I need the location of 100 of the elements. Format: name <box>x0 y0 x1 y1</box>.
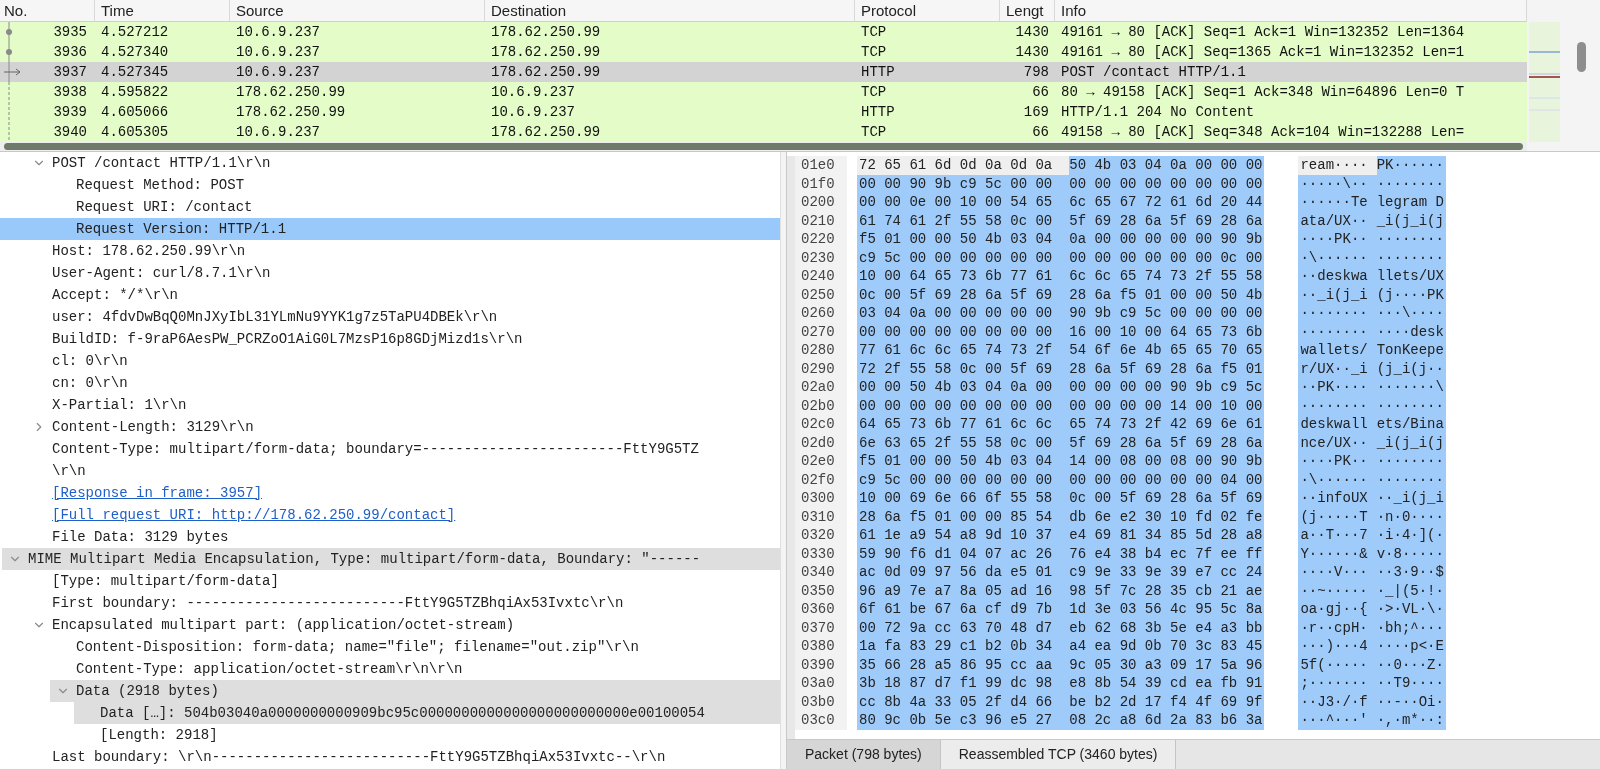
tree-item[interactable]: Data […]: 504b03040a0000000000909bc95c0000000000000000000000000e00100054 <box>74 702 780 724</box>
hex-bytes[interactable]: 0a 00 00 00 00 00 90 9b <box>1069 230 1265 249</box>
ascii-text[interactable]: ········ <box>1298 304 1377 323</box>
tree-item[interactable]: BuildID: f-9raP6AesPW_PCRZoO1AiG0L7MzsP16p8GDjMizd1s\r\n <box>0 328 780 350</box>
column-header[interactable]: Lengt <box>1000 0 1055 21</box>
ascii-text[interactable]: ··PK···· <box>1298 378 1377 397</box>
tree-item[interactable]: MIME Multipart Media Encapsulation, Type: multipart/form-data, Boundary: "------ <box>2 548 780 570</box>
hex-bytes[interactable]: 65 74 73 2f 42 69 6e 61 <box>1069 415 1265 434</box>
hex-bytes[interactable]: 1d 3e 03 56 4c 95 5c 8a <box>1069 600 1265 619</box>
hex-bytes[interactable]: 0c 00 5f 69 28 6a 5f 69 <box>1069 489 1265 508</box>
tree-item[interactable]: Request Method: POST <box>0 174 780 196</box>
hex-bytes[interactable]: 90 9b c9 5c 00 00 00 00 <box>1069 304 1265 323</box>
ascii-text[interactable]: ········ <box>1376 230 1446 249</box>
tree-item[interactable]: Content-Disposition: form-data; name="file"; filename="out.zip"\r\n <box>0 636 780 658</box>
hex-bytes[interactable]: c9 9e 33 9e 39 e7 cc 24 <box>1069 563 1265 582</box>
ascii-text[interactable]: ····p<·E <box>1376 637 1446 656</box>
ascii-text[interactable]: deskwall <box>1298 415 1377 434</box>
scrollbar-thumb[interactable] <box>1576 42 1586 72</box>
hex-bytes[interactable]: 10 00 64 65 73 6b 77 61 <box>857 267 1070 286</box>
tree-link[interactable]: [Response in frame: 3957] <box>0 482 780 504</box>
ascii-text[interactable]: ········ <box>1376 452 1446 471</box>
tree-item[interactable]: Accept: */*\r\n <box>0 284 780 306</box>
horizontal-scrollbar[interactable] <box>4 143 1523 150</box>
hex-bytes[interactable]: 6f 61 be 67 6a cf d9 7b <box>857 600 1070 619</box>
hex-bytes[interactable]: 00 00 50 4b 03 04 0a 00 <box>857 378 1070 397</box>
packet-row[interactable]: 3936 4.527340 10.6.9.237 178.62.250.99 TCP 1430 49161 → 80 [ACK] Seq=1365 Ack=1 Win=132352 Len=1 <box>0 42 1527 62</box>
ascii-text[interactable]: ··3·9··$ <box>1376 563 1446 582</box>
tree-item[interactable]: First boundary: --------------------------FttY9G5TZBhqiAx53Ivxtc\r\n <box>0 592 780 614</box>
ascii-text[interactable]: ream···· <box>1298 156 1377 175</box>
hex-bytes[interactable]: 00 00 00 00 90 9b c9 5c <box>1069 378 1265 397</box>
packet-row[interactable]: 3938 4.595822 178.62.250.99 10.6.9.237 TCP 66 80 → 49158 [ACK] Seq=1 Ack=348 Win=64896 Len=0 T <box>0 82 1527 102</box>
column-header[interactable]: Destination <box>485 0 855 21</box>
ascii-text[interactable]: TonKeepe <box>1376 341 1446 360</box>
ascii-text[interactable]: a··T···7 <box>1298 526 1377 545</box>
hex-bytes[interactable]: 03 04 0a 00 00 00 00 00 <box>857 304 1070 323</box>
hex-bytes[interactable]: e8 8b 54 39 cd ea fb 91 <box>1069 674 1265 693</box>
tree-item[interactable]: Content-Length: 3129\r\n <box>0 416 780 438</box>
tab[interactable]: Packet (798 bytes) <box>787 740 941 769</box>
ascii-text[interactable]: ··deskwa <box>1298 267 1377 286</box>
ascii-text[interactable]: ·>·VL·\· <box>1376 600 1446 619</box>
tree-item[interactable]: [Length: 2918] <box>0 724 780 746</box>
hex-bytes[interactable]: 08 2c a8 6d 2a 83 b6 3a <box>1069 711 1265 730</box>
packet-minimap[interactable] <box>1527 0 1562 151</box>
ascii-text[interactable]: ··T9···· <box>1376 674 1446 693</box>
ascii-text[interactable]: oa·gj··{ <box>1298 600 1377 619</box>
column-header[interactable]: Protocol <box>855 0 1000 21</box>
tree-item[interactable]: user: 4fdvDwBqQ0MnJXyIbL31YLmNu9YYK1g7z5TaPU4DBEk\r\n <box>0 306 780 328</box>
tree-item[interactable]: Data (2918 bytes) <box>50 680 780 702</box>
hex-bytes[interactable]: 64 65 73 6b 77 61 6c 6c <box>857 415 1070 434</box>
ascii-text[interactable]: ·······\ <box>1376 378 1446 397</box>
ascii-text[interactable]: ···)···4 <box>1298 637 1377 656</box>
ascii-text[interactable]: wallets/ <box>1298 341 1377 360</box>
packet-row[interactable]: 3940 4.605305 10.6.9.237 178.62.250.99 TCP 66 49158 → 80 [ACK] Seq=348 Ack=104 Win=132288 Len= <box>0 122 1527 142</box>
tree-item[interactable]: [Type: multipart/form-data] <box>0 570 780 592</box>
hex-bytes[interactable]: 77 61 6c 6c 65 74 73 2f <box>857 341 1070 360</box>
packet-row[interactable]: 3937 4.527345 10.6.9.237 178.62.250.99 HTTP 798 POST /contact HTTP/1.1 <box>0 62 1527 82</box>
tree-item[interactable]: Encapsulated multipart part: (application/octet-stream) <box>0 614 780 636</box>
ascii-text[interactable]: ···\···· <box>1376 304 1446 323</box>
hex-bytes[interactable]: 80 9c 0b 5e c3 96 e5 27 <box>857 711 1070 730</box>
packet-row[interactable]: 3939 4.605066 178.62.250.99 10.6.9.237 HTTP 169 HTTP/1.1 204 No Content <box>0 102 1527 122</box>
hex-bytes[interactable]: e4 69 81 34 85 5d 28 a8 <box>1069 526 1265 545</box>
hex-bytes[interactable]: 6c 65 67 72 61 6d 20 44 <box>1069 193 1265 212</box>
ascii-text[interactable]: ··_i(j_i <box>1376 489 1446 508</box>
tree-item[interactable]: Content-Type: application/octet-stream\r\n\r\n <box>0 658 780 680</box>
hex-bytes[interactable]: 54 6f 6e 4b 65 65 70 65 <box>1069 341 1265 360</box>
hex-bytes[interactable]: 00 00 0e 00 10 00 54 65 <box>857 193 1070 212</box>
hex-bytes[interactable]: 72 65 61 6d 0d 0a 0d 0a <box>857 156 1070 175</box>
ascii-text[interactable]: llets/UX <box>1376 267 1446 286</box>
tree-item[interactable]: cn: 0\r\n <box>0 372 780 394</box>
hex-bytes[interactable]: 61 1e a9 54 a8 9d 10 37 <box>857 526 1070 545</box>
hex-bytes[interactable]: 3b 18 87 d7 f1 99 dc 98 <box>857 674 1070 693</box>
tree-item[interactable]: cl: 0\r\n <box>0 350 780 372</box>
hex-bytes[interactable]: f5 01 00 00 50 4b 03 04 <box>857 230 1070 249</box>
tree-item[interactable]: Content-Type: multipart/form-data; boundary=------------------------FttY9G5TZ <box>0 438 780 460</box>
ascii-text[interactable]: ·,·m*··: <box>1376 711 1446 730</box>
hex-bytes[interactable]: ac 0d 09 97 56 da e5 01 <box>857 563 1070 582</box>
tab[interactable]: Reassembled TCP (3460 bytes) <box>940 740 1177 769</box>
column-header[interactable]: Time <box>95 0 230 21</box>
column-header[interactable]: No. <box>0 0 95 21</box>
tree-link[interactable]: [Full request URI: http://178.62.250.99/contact] <box>0 504 780 526</box>
hex-bytes[interactable]: 6c 6c 65 74 73 2f 55 58 <box>1069 267 1265 286</box>
hex-bytes[interactable]: a4 ea 9d 0b 70 3c 83 45 <box>1069 637 1265 656</box>
ascii-text[interactable]: legram D <box>1376 193 1446 212</box>
ascii-text[interactable]: ;······· <box>1298 674 1377 693</box>
ascii-text[interactable]: ····V··· <box>1298 563 1377 582</box>
hex-bytes[interactable]: 14 00 08 00 08 00 90 9b <box>1069 452 1265 471</box>
tree-item[interactable]: Host: 178.62.250.99\r\n <box>0 240 780 262</box>
tree-item[interactable]: X-Partial: 1\r\n <box>0 394 780 416</box>
ascii-text[interactable]: ·i·4·](· <box>1376 526 1446 545</box>
packet-row[interactable]: 3935 4.527212 10.6.9.237 178.62.250.99 TCP 1430 49161 → 80 [ACK] Seq=1 Ack=1 Win=132352 Len=1364 <box>0 22 1527 42</box>
hex-bytes[interactable]: f5 01 00 00 50 4b 03 04 <box>857 452 1070 471</box>
tree-item[interactable]: POST /contact HTTP/1.1\r\n <box>0 152 780 174</box>
column-header[interactable]: Source <box>230 0 485 21</box>
hex-bytes[interactable]: 10 00 69 6e 66 6f 55 58 <box>857 489 1070 508</box>
hex-bytes[interactable]: 1a fa 83 29 c1 b2 0b 34 <box>857 637 1070 656</box>
tree-item[interactable]: Request URI: /contact <box>0 196 780 218</box>
ascii-text[interactable]: PK······ <box>1376 156 1446 175</box>
tree-item[interactable]: File Data: 3129 bytes <box>0 526 780 548</box>
ascii-text[interactable]: ets/Bina <box>1376 415 1446 434</box>
hex-bytes[interactable]: 50 4b 03 04 0a 00 00 00 <box>1069 156 1265 175</box>
